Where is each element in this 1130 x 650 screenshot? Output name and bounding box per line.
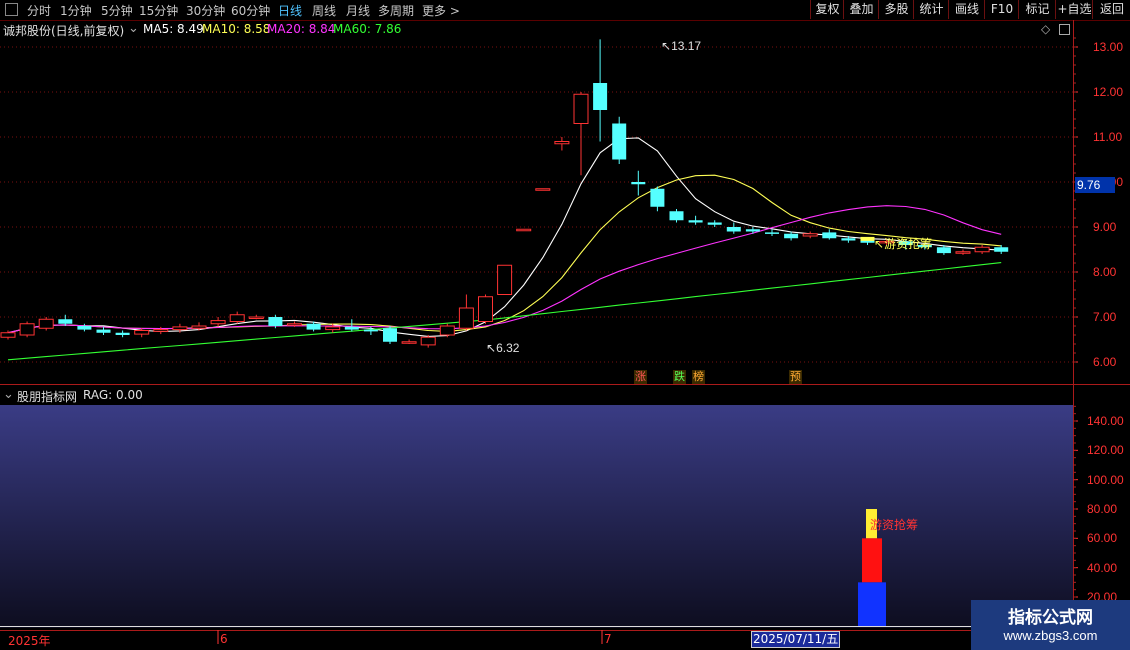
indicator-axis-label: 40.00 (1087, 560, 1118, 575)
candle (420, 335, 436, 348)
event-mark[interactable]: 榜 (692, 370, 705, 384)
price-axis-label: 7.00 (1093, 310, 1117, 324)
candle (38, 317, 54, 331)
candle (726, 222, 741, 234)
date-label-june: 6 (220, 632, 228, 646)
indicator-collapse-icon[interactable]: ⌄ (3, 387, 14, 402)
ma5-line (7, 137, 1002, 337)
high-price-label: ↖13.17 (661, 39, 702, 53)
indicator-name: 股朋指标网 (17, 390, 78, 404)
candle (535, 188, 551, 191)
candle (554, 137, 570, 151)
candle (745, 227, 760, 234)
candle (77, 323, 92, 332)
candle (822, 229, 837, 240)
candle (401, 339, 417, 344)
price-axis-label: 13.00 (1093, 40, 1124, 54)
signal-candle (860, 236, 875, 241)
candle (955, 249, 971, 255)
indicator-signal-label: 游资抢筹 (870, 518, 919, 532)
indicator-bar-blue (858, 582, 886, 626)
candle (383, 326, 397, 344)
ma10-line (7, 174, 1002, 334)
candle (516, 228, 532, 232)
candle (669, 209, 684, 223)
candle (19, 321, 35, 338)
candle (650, 186, 665, 212)
candle (688, 215, 703, 225)
indicator-value: RAG: 0.00 (83, 388, 143, 402)
watermark-title: 指标公式网 (1008, 608, 1093, 628)
indicator-axis-label: 60.00 (1087, 531, 1118, 546)
indicator-axis-label: 120.00 (1087, 443, 1124, 458)
candle (96, 326, 111, 335)
current-price-marker: 9.76 (1075, 177, 1115, 193)
candle (593, 39, 608, 142)
signal-annotation: ↖游资抢筹 (874, 237, 933, 251)
low-price-label: ↖6.32 (486, 341, 520, 355)
candle (631, 170, 646, 196)
kline-chart[interactable] (0, 0, 1130, 650)
price-axis-label: 8.00 (1093, 265, 1117, 279)
date-label-july: 7 (604, 632, 612, 646)
candle (478, 294, 493, 324)
candle (707, 220, 722, 227)
candle (153, 326, 169, 335)
indicator-axis-label: 140.00 (1087, 414, 1124, 428)
event-mark[interactable]: 跌 (673, 370, 686, 384)
price-axis-label: 12.00 (1093, 85, 1124, 99)
candle (802, 231, 818, 239)
candle (458, 294, 474, 331)
candle (497, 264, 513, 295)
candle (612, 116, 627, 164)
current-date-marker: 2025/07/11/五 (751, 631, 841, 648)
watermark-url: www.zbgs3.com (1003, 628, 1098, 643)
candle (573, 92, 589, 176)
date-label-year: 2025年 (8, 634, 51, 648)
candle (439, 323, 455, 338)
indicator-bar-red (862, 538, 882, 583)
indicator-axis-label: 80.00 (1087, 502, 1118, 516)
indicator-axis-label: 100.00 (1087, 472, 1124, 487)
candle (58, 314, 73, 326)
candle (765, 229, 779, 236)
event-mark[interactable]: 涨 (634, 370, 647, 384)
price-axis-label: 11.00 (1093, 130, 1123, 144)
price-axis-label: 6.00 (1093, 355, 1117, 369)
candle (974, 245, 990, 254)
price-axis-label: 9.00 (1093, 220, 1117, 234)
site-watermark: 指标公式网 www.zbgs3.com (971, 600, 1130, 650)
event-mark[interactable]: 预 (789, 370, 802, 384)
candle (229, 311, 245, 324)
candle (248, 314, 264, 320)
candle (994, 245, 1009, 254)
candle (115, 330, 130, 338)
candle (344, 319, 359, 332)
